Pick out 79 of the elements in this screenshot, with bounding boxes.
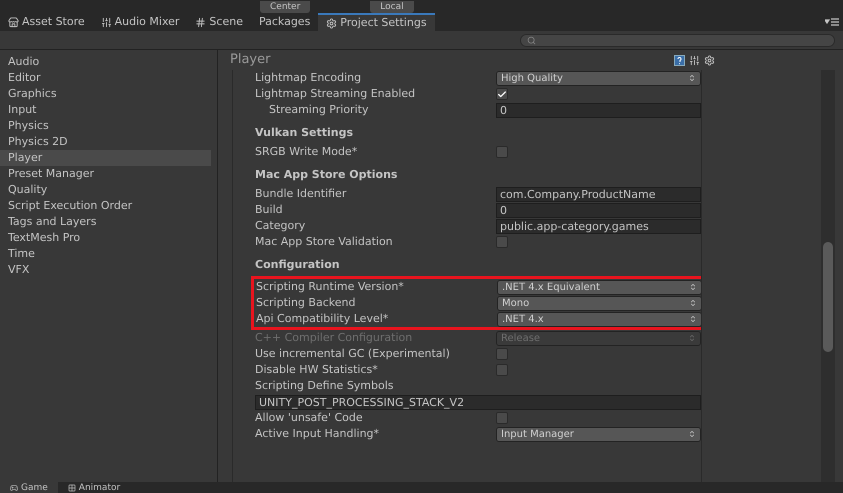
field-label: Disable HW Statistics* bbox=[255, 362, 379, 378]
dropdown[interactable]: High Quality bbox=[496, 70, 701, 86]
field-label: Scripting Backend bbox=[256, 294, 356, 311]
field-label: Category bbox=[255, 218, 306, 234]
checkbox[interactable] bbox=[496, 348, 508, 360]
sliders-icon[interactable] bbox=[689, 54, 700, 66]
tab[interactable]: Game bbox=[0, 482, 58, 493]
toolbar-button[interactable]: Center bbox=[260, 1, 310, 13]
sidebar-item[interactable]: Quality bbox=[0, 182, 211, 198]
sidebar-item[interactable]: Script Execution Order bbox=[0, 198, 211, 214]
updown-icon bbox=[688, 74, 696, 82]
checkbox[interactable] bbox=[496, 88, 508, 100]
tab[interactable]: Project Settings bbox=[318, 13, 435, 31]
text-field[interactable]: UNITY_POST_PROCESSING_STACK_V2 bbox=[255, 394, 701, 410]
grid-icon bbox=[195, 16, 206, 28]
sidebar-item[interactable]: Player bbox=[0, 150, 211, 166]
text-field[interactable]: com.Company.ProductName bbox=[496, 186, 701, 202]
field-label: Mac App Store Validation bbox=[255, 234, 394, 250]
section-heading: Configuration bbox=[255, 256, 340, 272]
text-field[interactable]: 0 bbox=[496, 202, 701, 218]
updown-icon bbox=[688, 430, 696, 438]
panel-title: Player bbox=[230, 51, 270, 70]
checkbox[interactable] bbox=[496, 412, 508, 424]
sidebar-item[interactable]: TextMesh Pro bbox=[0, 230, 211, 246]
grid-icon bbox=[68, 484, 76, 492]
sidebar-item[interactable]: Audio bbox=[0, 54, 211, 70]
updown-icon bbox=[689, 315, 697, 323]
updown-icon bbox=[689, 283, 697, 291]
tab[interactable]: Asset Store bbox=[0, 13, 93, 31]
menu-icon[interactable] bbox=[825, 18, 839, 26]
updown-icon bbox=[689, 299, 697, 307]
sliders-icon bbox=[100, 16, 112, 28]
field-label: Allow 'unsafe' Code bbox=[255, 410, 364, 426]
field-label: Bundle Identifier bbox=[255, 186, 348, 202]
check-icon bbox=[497, 88, 507, 100]
gamepad-icon bbox=[10, 484, 18, 492]
store-icon bbox=[8, 16, 19, 28]
sidebar-item[interactable]: Time bbox=[0, 246, 211, 262]
toolbar-button[interactable]: Local bbox=[370, 1, 414, 13]
sidebar-item[interactable]: VFX bbox=[0, 262, 211, 278]
search-icon bbox=[527, 36, 536, 44]
text-field[interactable]: public.app-category.games bbox=[496, 218, 701, 234]
gear-icon bbox=[326, 18, 338, 28]
dropdown[interactable]: Input Manager bbox=[496, 426, 701, 442]
scrollbar[interactable] bbox=[821, 70, 835, 482]
checkbox[interactable] bbox=[496, 236, 508, 248]
checkbox[interactable] bbox=[496, 146, 508, 158]
field-label: Scripting Runtime Version* bbox=[256, 278, 405, 295]
field-label: Scripting Define Symbols bbox=[255, 378, 395, 394]
checkbox[interactable] bbox=[496, 364, 508, 376]
sidebar-item[interactable]: Graphics bbox=[0, 86, 211, 102]
field-label: Build bbox=[255, 202, 284, 218]
sidebar-item[interactable]: Physics bbox=[0, 118, 211, 134]
dropdown[interactable]: Mono bbox=[497, 296, 701, 310]
search-field[interactable] bbox=[520, 34, 835, 46]
gear-icon[interactable] bbox=[704, 54, 715, 66]
field-label: SRGB Write Mode* bbox=[255, 144, 358, 160]
sidebar-item[interactable]: Preset Manager bbox=[0, 166, 211, 182]
field-label: Lightmap Encoding bbox=[255, 70, 362, 86]
field-label: Api Compatibility Level* bbox=[256, 310, 390, 327]
sidebar-item[interactable]: Tags and Layers bbox=[0, 214, 211, 230]
sidebar-item[interactable]: Input bbox=[0, 102, 211, 118]
field-label: Lightmap Streaming Enabled bbox=[255, 86, 416, 102]
sidebar-item[interactable]: Physics 2D bbox=[0, 134, 211, 150]
text-field[interactable]: 0 bbox=[496, 102, 701, 118]
updown-icon bbox=[688, 334, 696, 342]
field-label: Active Input Handling* bbox=[255, 426, 380, 442]
field-label: Use incremental GC (Experimental) bbox=[255, 346, 451, 362]
sidebar-item[interactable]: Editor bbox=[0, 70, 211, 86]
tab[interactable]: Packages bbox=[250, 13, 318, 31]
section-heading: Mac App Store Options bbox=[255, 166, 398, 182]
tab[interactable]: Audio Mixer bbox=[92, 13, 188, 31]
tab[interactable]: Animator bbox=[58, 482, 130, 493]
dropdown[interactable]: .NET 4.x bbox=[497, 312, 701, 326]
field-label: Streaming Priority bbox=[268, 102, 370, 118]
help-book-icon[interactable] bbox=[674, 54, 685, 66]
section-heading: Vulkan Settings bbox=[255, 124, 354, 140]
dropdown[interactable]: .NET 4.x Equivalent bbox=[497, 280, 701, 294]
tab[interactable]: Scene bbox=[187, 13, 251, 31]
